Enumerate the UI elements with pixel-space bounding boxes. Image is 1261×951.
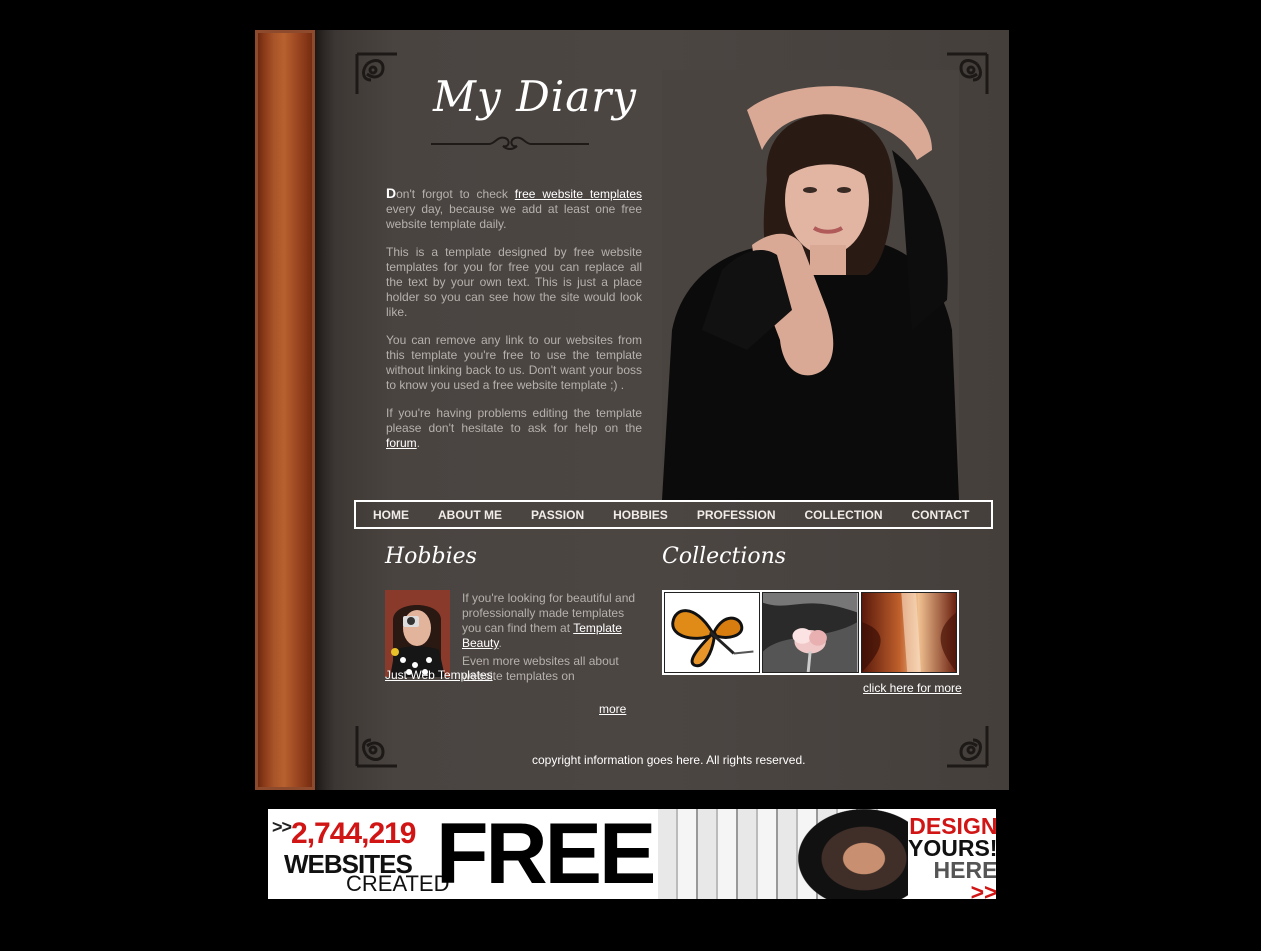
banner-free-label: FREE bbox=[436, 809, 656, 899]
corner-ornament-icon bbox=[353, 50, 401, 98]
hobbies-text-tail bbox=[385, 654, 638, 669]
intro-text: Don't forgot to check free website templ… bbox=[386, 186, 642, 464]
nav-hobbies[interactable]: HOBBIES bbox=[613, 508, 668, 522]
banner-count-value: 2,744,219 bbox=[291, 817, 416, 850]
diary-book: My Diary Don't forgot to check free webs… bbox=[255, 30, 1009, 790]
intro-text-segment: If you're having problems editing the te… bbox=[386, 406, 642, 435]
intro-text-segment: . bbox=[416, 436, 421, 450]
forum-link[interactable]: forum bbox=[386, 436, 417, 450]
collection-thumb-butterfly[interactable] bbox=[664, 592, 761, 673]
banner-arrows: >> bbox=[272, 817, 292, 837]
collections-gallery bbox=[662, 590, 959, 675]
nav-home[interactable]: HOME bbox=[373, 508, 409, 522]
banner-here-arrows: >> bbox=[970, 879, 996, 900]
banner-design-text: DESIGN bbox=[909, 813, 996, 839]
hobbies-link-line: Just Web Templates. bbox=[385, 668, 496, 683]
intro-paragraph: If you're having problems editing the te… bbox=[386, 406, 642, 451]
intro-text-segment: on't forgot to check bbox=[396, 187, 515, 201]
drop-cap: D bbox=[386, 185, 397, 201]
nav-collection[interactable]: COLLECTION bbox=[805, 508, 883, 522]
free-website-templates-link[interactable]: free website templates bbox=[515, 187, 642, 201]
banner-count: >>2,744,219 bbox=[272, 817, 417, 851]
book-spine bbox=[255, 30, 315, 790]
copyright-text: copyright information goes here. All rig… bbox=[532, 753, 806, 767]
spine-shadow bbox=[315, 30, 345, 790]
hobbies-title: Hobbies bbox=[385, 544, 477, 569]
nav-profession[interactable]: PROFESSION bbox=[697, 508, 776, 522]
hobbies-text-segment: . bbox=[492, 668, 496, 682]
intro-paragraph: You can remove any link to our websites … bbox=[386, 333, 642, 392]
banner-created-label: CREATED bbox=[346, 871, 450, 896]
corner-ornament-icon bbox=[353, 722, 401, 770]
collection-thumb-flower[interactable] bbox=[762, 592, 859, 673]
banner-model-image bbox=[798, 809, 908, 899]
intro-paragraph: Don't forgot to check free website templ… bbox=[386, 186, 642, 232]
intro-text-segment: every day, because we add at least one f… bbox=[386, 202, 642, 231]
nav-contact[interactable]: CONTACT bbox=[912, 508, 970, 522]
hobbies-more-link[interactable]: more bbox=[599, 702, 626, 716]
promo-banner[interactable]: >>2,744,219 WEBSITES CREATED FREE DESIGN… bbox=[268, 809, 996, 899]
nav-passion[interactable]: PASSION bbox=[531, 508, 584, 522]
title-flourish-icon bbox=[429, 132, 591, 157]
hobbies-text-segment: . bbox=[498, 636, 502, 650]
header-photo bbox=[662, 70, 959, 500]
collections-more-link[interactable]: click here for more bbox=[863, 681, 962, 695]
corner-ornament-icon bbox=[943, 722, 991, 770]
collections-title: Collections bbox=[662, 544, 787, 569]
intro-paragraph: This is a template designed by free webs… bbox=[386, 245, 642, 319]
banner-yours-text: YOURS! bbox=[908, 835, 996, 861]
nav-about-me[interactable]: ABOUT ME bbox=[438, 508, 502, 522]
banner-design-cta[interactable]: DESIGN YOURS! HERE >> bbox=[908, 813, 996, 900]
page-title: My Diary bbox=[433, 72, 638, 121]
banner-here-text: HERE bbox=[933, 857, 996, 883]
hobbies-paragraph: If you're looking for beautiful and prof… bbox=[462, 591, 638, 651]
main-nav: HOME ABOUT ME PASSION HOBBIES PROFESSION… bbox=[354, 500, 993, 529]
hobbies-text-line bbox=[462, 654, 638, 669]
just-web-templates-link[interactable]: Just Web Templates bbox=[385, 668, 493, 682]
collection-thumb-canyon[interactable] bbox=[860, 592, 957, 673]
